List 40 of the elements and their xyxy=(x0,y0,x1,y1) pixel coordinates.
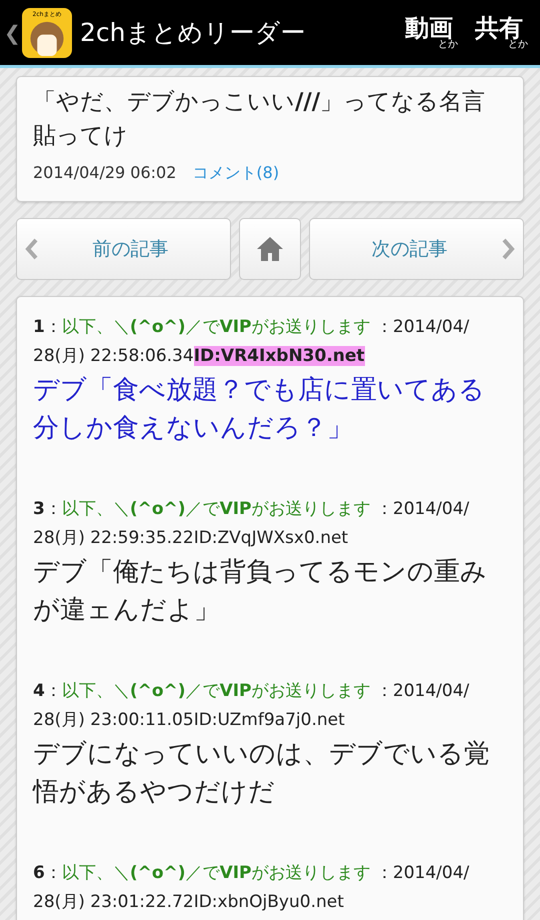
post-body: デブになっていいのは、デブでいる覚悟があるやつだけだ xyxy=(33,738,491,809)
home-icon xyxy=(256,236,284,262)
post-date: ：2014/04/ xyxy=(376,317,470,337)
chevron-right-icon xyxy=(501,238,515,260)
article-date: 2014/04/29 06:02 xyxy=(33,162,176,184)
separator: ： xyxy=(44,681,62,701)
post-number: 6 xyxy=(33,863,45,883)
comments-link[interactable]: コメント(8) xyxy=(192,161,280,185)
next-article-button[interactable]: 次の記事 xyxy=(309,218,524,280)
post-time: 28(月) 22:58:06.34 xyxy=(33,346,194,366)
post-date: ：2014/04/ xyxy=(376,863,470,883)
post-number: 4 xyxy=(33,681,45,701)
post-id: ID:VR4IxbN30.net xyxy=(194,346,365,366)
separator: ： xyxy=(44,499,62,519)
poster-name: 以下、＼(^o^)／でVIPがお送りします xyxy=(62,499,371,519)
post-body: デブ「俺たちは背負ってるモンの重みが違ェんだよ」 xyxy=(33,556,488,627)
back-icon[interactable]: ❮ xyxy=(4,18,18,48)
post-number: 1 xyxy=(33,317,45,337)
separator: ： xyxy=(44,317,62,337)
post-id: ID:ZVqJWXsx0.net xyxy=(194,528,348,548)
post-date: ：2014/04/ xyxy=(376,499,470,519)
action-button[interactable]: 動画 とか xyxy=(400,16,458,50)
poster-name: 以下、＼(^o^)／でVIPがお送りします xyxy=(62,317,371,337)
action-button[interactable]: 共有 とか xyxy=(470,16,528,50)
poster-name: 以下、＼(^o^)／でVIPがお送りします xyxy=(62,863,371,883)
post-time: 28(月) 22:59:35.22 xyxy=(33,528,194,548)
post-time: 28(月) 23:01:22.72 xyxy=(33,892,194,912)
app-title: 2chまとめリーダー xyxy=(80,16,306,49)
separator: ： xyxy=(44,863,62,883)
post-id: ID:UZmf9a7j0.net xyxy=(194,710,345,730)
post-time: 28(月) 23:00:11.05 xyxy=(33,710,194,730)
post-number: 3 xyxy=(33,499,45,519)
post-body: デブ「食べ放題？でも店に置いてある分しか食えないんだろ？」 xyxy=(33,374,486,445)
article-title: 「やだ、デブかっこいい///」ってなる名言貼ってけ xyxy=(33,88,486,151)
home-button[interactable] xyxy=(239,218,301,280)
prev-article-button[interactable]: 前の記事 xyxy=(16,218,231,280)
post-date: ：2014/04/ xyxy=(376,681,470,701)
poster-name: 以下、＼(^o^)／でVIPがお送りします xyxy=(62,681,371,701)
post-id: ID:xbnOjByu0.net xyxy=(194,892,344,912)
chevron-left-icon xyxy=(25,238,39,260)
